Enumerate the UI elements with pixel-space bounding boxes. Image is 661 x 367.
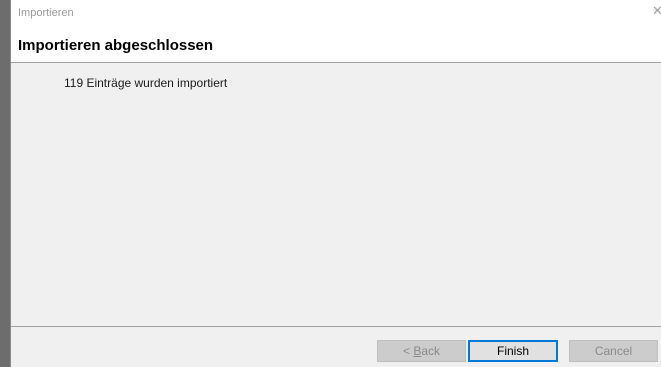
- import-result-message: 119 Einträge wurden importiert: [64, 76, 228, 90]
- back-button-prefix: <: [402, 344, 414, 358]
- window-title: Importieren: [18, 7, 74, 19]
- page-title: Importieren abgeschlossen: [18, 37, 214, 54]
- back-button-rest: ack: [421, 344, 441, 358]
- cancel-button[interactable]: Cancel: [569, 340, 658, 362]
- footer-divider: [11, 326, 661, 327]
- wizard-header: Importieren abgeschlossen: [11, 26, 661, 63]
- finish-button[interactable]: Finish: [468, 340, 558, 362]
- title-bar: Importieren ✕: [11, 0, 661, 26]
- back-button[interactable]: < Back: [377, 340, 466, 362]
- import-dialog: Importieren ✕ Importieren abgeschlossen …: [10, 0, 661, 367]
- close-icon[interactable]: ✕: [652, 4, 661, 17]
- wizard-content: 119 Einträge wurden importiert: [11, 63, 661, 326]
